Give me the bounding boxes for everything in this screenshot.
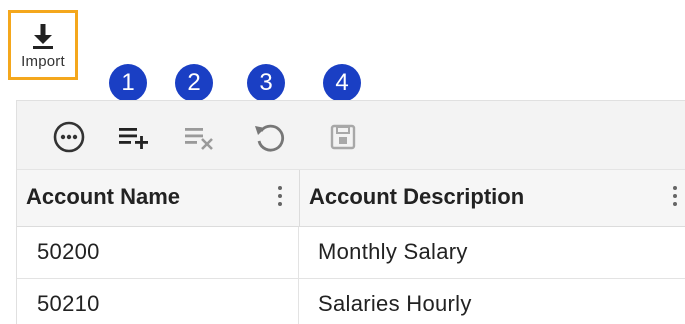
table-row[interactable]: 50200 Monthly Salary [17,227,685,279]
more-options-icon [52,120,86,159]
callout-badge-2: 2 [175,64,213,102]
callout-badge-1: 1 [109,64,147,102]
import-button[interactable]: Import [8,10,78,80]
vertical-dots-icon [277,185,283,212]
delete-row-button[interactable] [179,119,219,159]
cell-account-description[interactable]: Monthly Salary [318,227,468,278]
cell-account-description[interactable]: Salaries Hourly [318,279,472,324]
cell-separator [298,227,299,278]
undo-icon [252,120,286,159]
save-button[interactable] [323,119,363,159]
delete-row-icon [182,122,216,157]
data-grid: Account Name Account Description 50200 M… [16,100,685,324]
undo-button[interactable] [249,119,289,159]
vertical-dots-icon [672,185,678,212]
import-label: Import [21,53,65,70]
column-header-account-description[interactable]: Account Description [309,170,524,226]
cell-account-name[interactable]: 50200 [37,227,100,278]
save-icon [328,122,358,157]
column-header-account-name[interactable]: Account Name [26,170,180,226]
column-menu-button-account-name[interactable] [273,170,287,226]
callout-badge-4: 4 [323,64,361,102]
cell-account-name[interactable]: 50210 [37,279,100,324]
grid-toolbar [17,101,685,170]
download-icon [31,20,55,50]
cell-separator [298,279,299,324]
more-options-button[interactable] [49,119,89,159]
add-row-icon [116,122,150,157]
callout-badge-3: 3 [247,64,285,102]
column-separator[interactable] [299,170,300,226]
grid-header: Account Name Account Description [17,170,685,227]
table-row[interactable]: 50210 Salaries Hourly [17,279,685,324]
column-menu-button-account-description[interactable] [668,170,682,226]
add-row-button[interactable] [113,119,153,159]
